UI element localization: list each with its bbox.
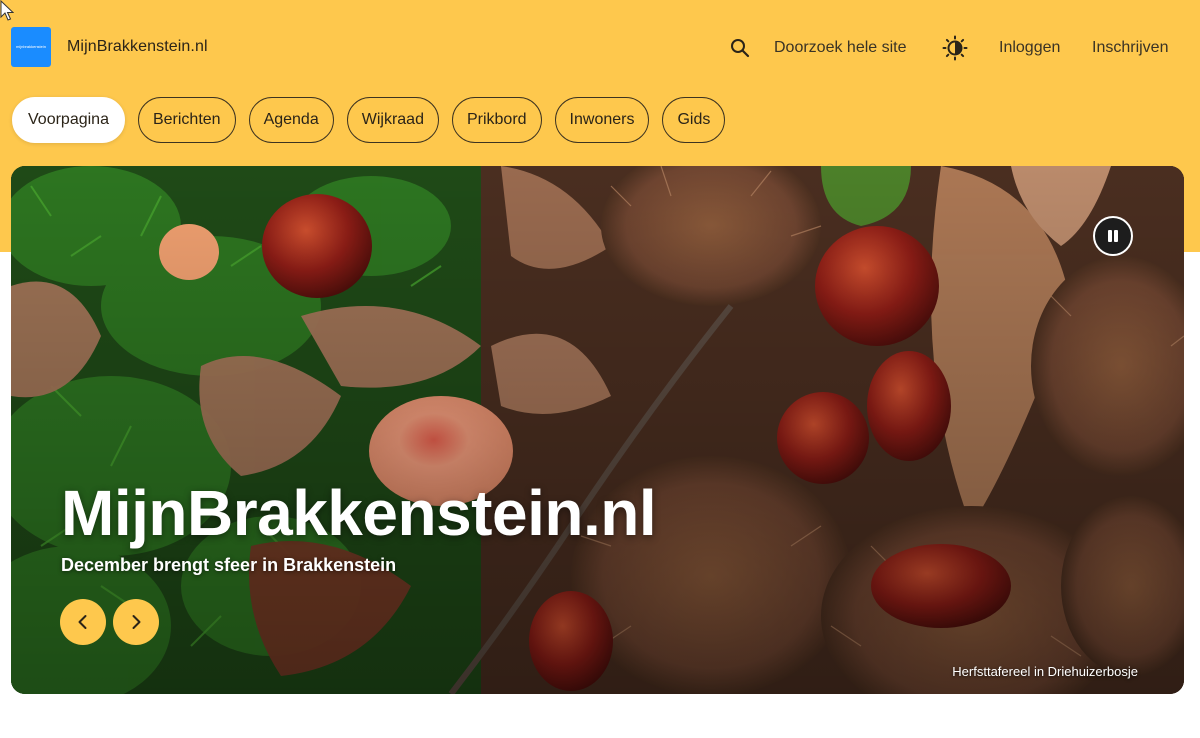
signup-link[interactable]: Inschrijven (1092, 39, 1168, 57)
hero-title: MijnBrakkenstein.nl (61, 477, 657, 549)
nav-item-agenda[interactable]: Agenda (248, 97, 334, 143)
login-link[interactable]: Inloggen (999, 39, 1060, 57)
previous-slide-button[interactable] (60, 599, 106, 645)
image-caption: Herfsttafereel in Driehuizerbosje (952, 664, 1138, 679)
theme-toggle-button[interactable] (941, 34, 969, 62)
chevron-left-icon (78, 615, 87, 629)
nav-item-wijkraad[interactable]: Wijkraad (346, 97, 439, 143)
hero-subtitle-link[interactable]: December brengt sfeer in Brakkenstein (61, 555, 396, 576)
main-nav: Voorpagina Berichten Agenda Wijkraad Pri… (12, 97, 726, 143)
site-header: mijnbrakkenstein MijnBrakkenstein.nl Doo… (0, 0, 1200, 96)
mouse-cursor-icon (0, 0, 14, 21)
search-icon (731, 39, 750, 58)
next-slide-button[interactable] (113, 599, 159, 645)
search-label: Doorzoek hele site (774, 39, 907, 56)
chevron-right-icon (132, 615, 141, 629)
nav-item-inwoners[interactable]: Inwoners (554, 97, 650, 143)
hero-slideshow: MijnBrakkenstein.nl December brengt sfee… (11, 166, 1184, 694)
hero-image (11, 166, 1184, 694)
brightness-icon (942, 35, 968, 61)
pause-button[interactable] (1093, 216, 1133, 256)
nav-item-berichten[interactable]: Berichten (137, 97, 236, 143)
site-name-link[interactable]: MijnBrakkenstein.nl (67, 38, 208, 56)
nav-item-voorpagina[interactable]: Voorpagina (12, 97, 125, 143)
site-logo[interactable]: mijnbrakkenstein (11, 27, 51, 67)
site-search[interactable]: Doorzoek hele site (730, 36, 907, 60)
pause-icon (1108, 230, 1118, 242)
logo-text: mijnbrakkenstein (15, 44, 46, 49)
nav-item-gids[interactable]: Gids (662, 97, 726, 143)
nav-item-prikbord[interactable]: Prikbord (451, 97, 542, 143)
